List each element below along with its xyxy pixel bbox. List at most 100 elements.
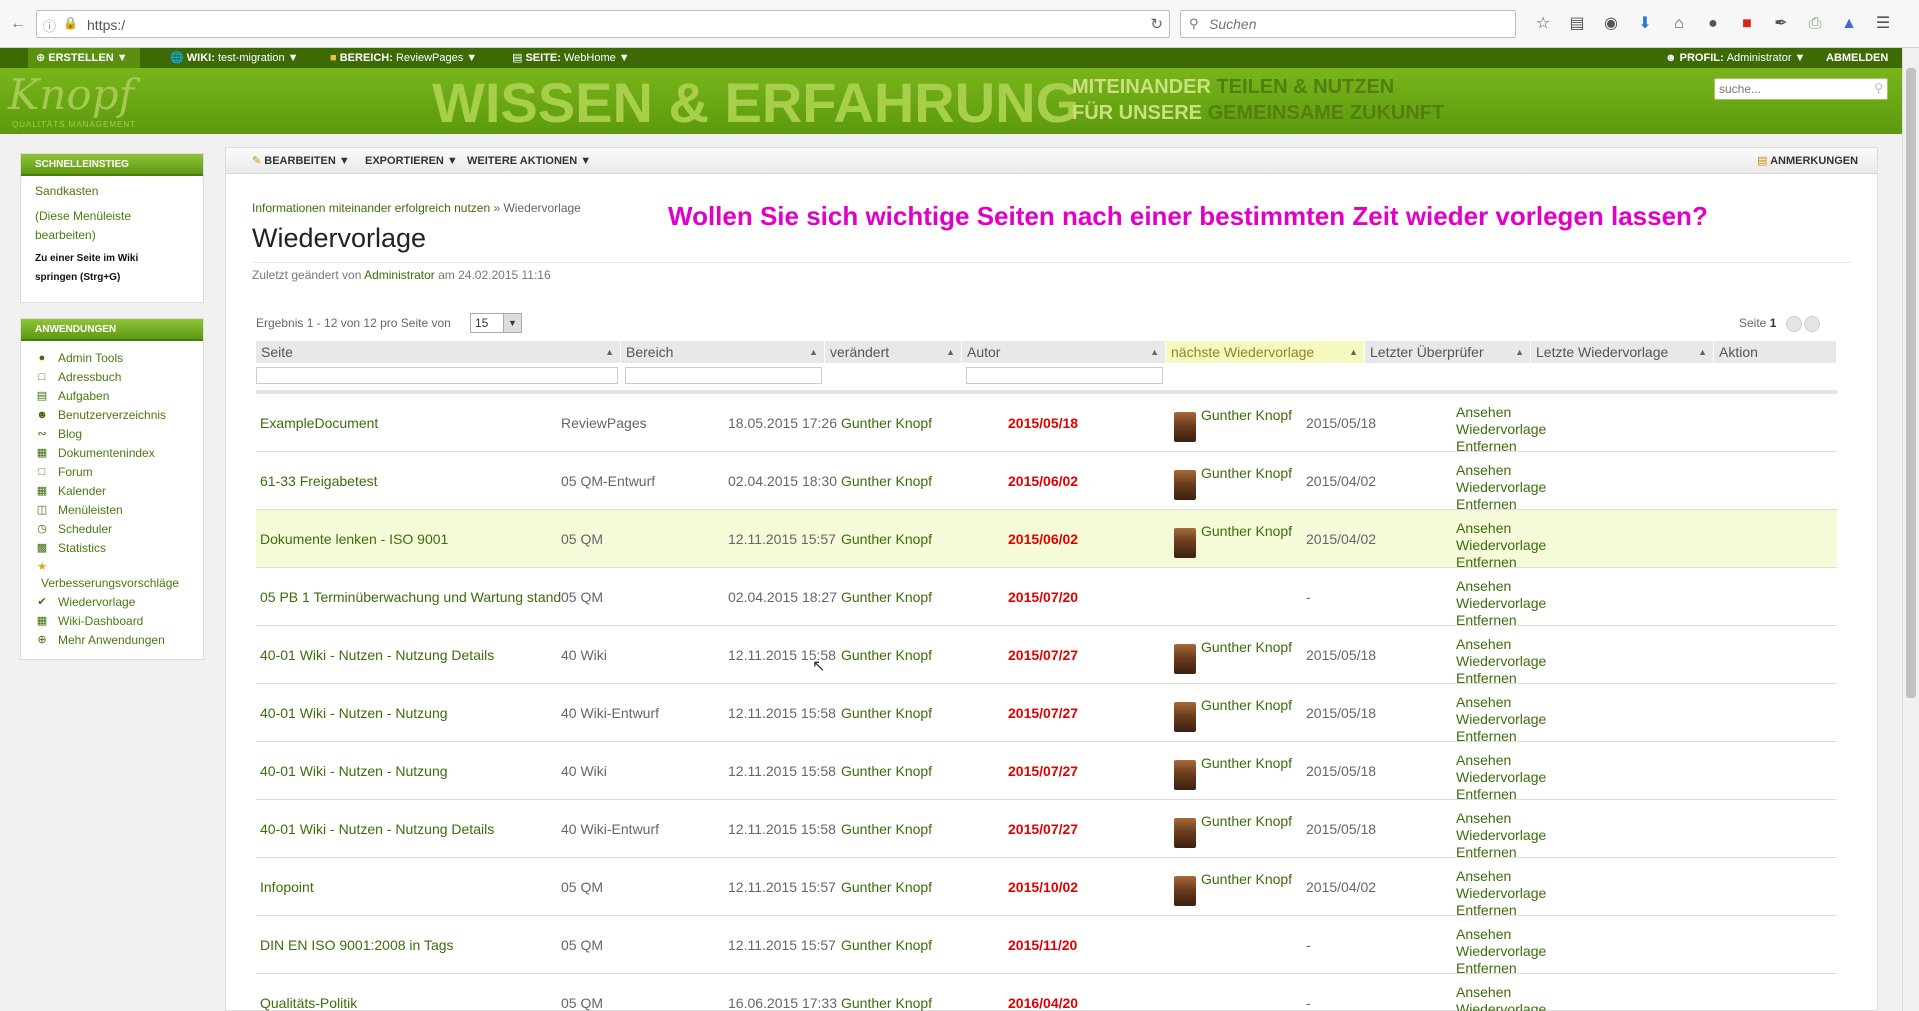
printer-icon[interactable]: ⎙ xyxy=(1800,12,1830,36)
sandbox-link[interactable]: Sandkasten xyxy=(21,182,203,201)
page-link[interactable]: ExampleDocument xyxy=(260,394,378,452)
page-link[interactable]: 40-01 Wiki - Nutzen - Nutzung Details xyxy=(260,626,494,684)
url-text[interactable]: https:/ xyxy=(87,17,125,33)
author-link[interactable]: Gunther Knopf xyxy=(841,858,932,916)
view-link[interactable]: Ansehen xyxy=(1456,404,1546,421)
page-scrollbar[interactable] xyxy=(1902,48,1919,1011)
author-link[interactable]: Gunther Knopf xyxy=(841,742,932,800)
page-link[interactable]: Infopoint xyxy=(260,858,314,916)
reviewer-link[interactable]: Gunther Knopf xyxy=(1201,406,1292,424)
app-calendar[interactable]: ▦ Kalender xyxy=(21,482,203,501)
col-header-area[interactable]: Bereich ▲ xyxy=(621,341,825,363)
reviewer-link[interactable]: Gunther Knopf xyxy=(1201,754,1292,772)
comments-button[interactable]: ▤ ANMERKUNGEN xyxy=(1757,148,1858,174)
breadcrumb-parent-link[interactable]: Informationen miteinander erfolgreich nu… xyxy=(252,201,490,215)
next-page-button[interactable] xyxy=(1804,316,1820,332)
resubmit-link[interactable]: Wiedervorlage xyxy=(1456,595,1546,612)
page-link[interactable]: 05 PB 1 Terminüberwachung und Wartung st… xyxy=(260,568,561,626)
author-link[interactable]: Gunther Knopf xyxy=(841,800,932,858)
col-header-page[interactable]: Seite ▲ xyxy=(256,341,621,363)
app-resubmission[interactable]: ✔ Wiedervorlage xyxy=(21,593,203,612)
resubmit-link[interactable]: Wiedervorlage xyxy=(1456,1001,1546,1011)
addon-red-icon[interactable]: ■ xyxy=(1732,12,1762,36)
jump-to-page-link[interactable]: Zu einer Seite im Wiki xyxy=(21,249,203,268)
resubmit-link[interactable]: Wiedervorlage xyxy=(1456,653,1546,670)
logout-link[interactable]: ABMELDEN xyxy=(1826,48,1888,68)
resubmit-link[interactable]: Wiedervorlage xyxy=(1456,943,1546,960)
reviewer-link[interactable]: Gunther Knopf xyxy=(1201,522,1292,540)
home-icon[interactable]: ⌂ xyxy=(1664,12,1694,36)
col-header-last-resubmission[interactable]: Letzte Wiedervorlage ▲ xyxy=(1531,341,1714,363)
addon-blue-icon[interactable]: ▲ xyxy=(1834,12,1864,36)
reviewer-link[interactable]: Gunther Knopf xyxy=(1201,638,1292,656)
create-button[interactable]: ⊕ ERSTELLEN ▼ xyxy=(28,48,140,68)
more-actions-menu[interactable]: WEITERE AKTIONEN ▼ xyxy=(467,148,591,174)
app-more[interactable]: ⊕ Mehr Anwendungen xyxy=(21,631,203,650)
author-link[interactable]: Gunther Knopf xyxy=(841,974,932,1011)
col-header-author[interactable]: Autor ▲ xyxy=(962,341,1166,363)
address-bar[interactable]: ⓘ 🔒 https:/ ↻ xyxy=(36,10,1170,38)
page-link[interactable]: 61-33 Freigabetest xyxy=(260,452,378,510)
back-arrow-icon[interactable]: ← xyxy=(6,12,30,36)
menu-hamburger-icon[interactable]: ☰ xyxy=(1868,12,1898,36)
wiki-menu[interactable]: 🌐 WIKI: test-migration ▼ xyxy=(170,48,299,68)
resubmit-link[interactable]: Wiedervorlage xyxy=(1456,537,1546,554)
resubmit-link[interactable]: Wiedervorlage xyxy=(1456,885,1546,902)
reviewer-link[interactable]: Gunther Knopf xyxy=(1201,812,1292,830)
edit-menu-link[interactable]: (Diese Menüleiste xyxy=(21,207,203,226)
resubmit-link[interactable]: Wiedervorlage xyxy=(1456,769,1546,786)
filter-area-input[interactable] xyxy=(625,367,822,384)
resubmit-link[interactable]: Wiedervorlage xyxy=(1456,421,1546,438)
prev-page-button[interactable] xyxy=(1786,316,1802,332)
reviewer-link[interactable]: Gunther Knopf xyxy=(1201,464,1292,482)
filter-author-input[interactable] xyxy=(966,367,1163,384)
author-link[interactable]: Gunther Knopf xyxy=(841,568,932,626)
per-page-select[interactable]: 15 ▼ xyxy=(470,313,522,333)
download-icon[interactable]: ⬇ xyxy=(1630,12,1660,36)
view-link[interactable]: Ansehen xyxy=(1456,810,1546,827)
page-link[interactable]: Qualitäts-Politik xyxy=(260,974,357,1011)
view-link[interactable]: Ansehen xyxy=(1456,636,1546,653)
logo[interactable]: Knopf xyxy=(8,70,134,119)
page-link[interactable]: DIN EN ISO 9001:2008 in Tags xyxy=(260,916,454,974)
view-link[interactable]: Ansehen xyxy=(1456,926,1546,943)
app-menubars[interactable]: ◫ Menüleisten xyxy=(21,501,203,520)
col-header-next-resubmission[interactable]: nächste Wiedervorlage ▲ xyxy=(1166,341,1365,363)
page-link[interactable]: 40-01 Wiki - Nutzen - Nutzung Details xyxy=(260,800,494,858)
bookmark-star-icon[interactable]: ☆ xyxy=(1528,12,1558,36)
resubmit-link[interactable]: Wiedervorlage xyxy=(1456,827,1546,844)
view-link[interactable]: Ansehen xyxy=(1456,868,1546,885)
reviewer-link[interactable]: Gunther Knopf xyxy=(1201,870,1292,888)
view-link[interactable]: Ansehen xyxy=(1456,462,1546,479)
wiki-search-box[interactable]: ⚲ xyxy=(1714,78,1888,100)
profile-menu[interactable]: ☻ PROFIL: Administrator ▼ xyxy=(1665,48,1805,68)
view-link[interactable]: Ansehen xyxy=(1456,578,1546,595)
export-menu[interactable]: EXPORTIEREN ▼ xyxy=(365,148,458,174)
resubmit-link[interactable]: Wiedervorlage xyxy=(1456,711,1546,728)
app-user-directory[interactable]: ☻ Benutzerverzeichnis xyxy=(21,406,203,425)
app-wiki-dashboard[interactable]: ▦ Wiki-Dashboard xyxy=(21,612,203,631)
app-document-index[interactable]: ▦ Dokumentenindex xyxy=(21,444,203,463)
reviewer-link[interactable]: Gunther Knopf xyxy=(1201,696,1292,714)
browser-search-input[interactable] xyxy=(1209,15,1499,33)
app-suggestions[interactable]: ★ Verbesserungsvorschläge xyxy=(21,558,203,593)
view-link[interactable]: Ansehen xyxy=(1456,694,1546,711)
col-header-changed[interactable]: verändert ▲ xyxy=(825,341,962,363)
browser-search-box[interactable]: ⚲ xyxy=(1180,10,1516,38)
edit-menu[interactable]: ✎ BEARBEITEN ▼ xyxy=(252,148,350,174)
jump-to-page-shortcut[interactable]: springen (Strg+G) xyxy=(21,268,203,287)
chat-icon[interactable]: ● xyxy=(1698,12,1728,36)
edit-menu-link-cont[interactable]: bearbeiten) xyxy=(21,226,203,245)
pocket-icon[interactable]: ◉ xyxy=(1596,12,1626,36)
app-scheduler[interactable]: ◷ Scheduler xyxy=(21,520,203,539)
author-link[interactable]: Gunther Knopf xyxy=(841,626,932,684)
page-menu[interactable]: ▤ SEITE: WebHome ▼ xyxy=(512,48,630,68)
author-link[interactable]: Gunther Knopf xyxy=(841,684,932,742)
view-link[interactable]: Ansehen xyxy=(1456,984,1546,1001)
resubmit-link[interactable]: Wiedervorlage xyxy=(1456,479,1546,496)
page-link[interactable]: Dokumente lenken - ISO 9001 xyxy=(260,510,448,568)
app-addressbook[interactable]: □ Adressbuch xyxy=(21,368,203,387)
page-link[interactable]: 40-01 Wiki - Nutzen - Nutzung xyxy=(260,742,448,800)
author-link[interactable]: Gunther Knopf xyxy=(841,394,932,452)
filter-page-input[interactable] xyxy=(256,367,618,384)
